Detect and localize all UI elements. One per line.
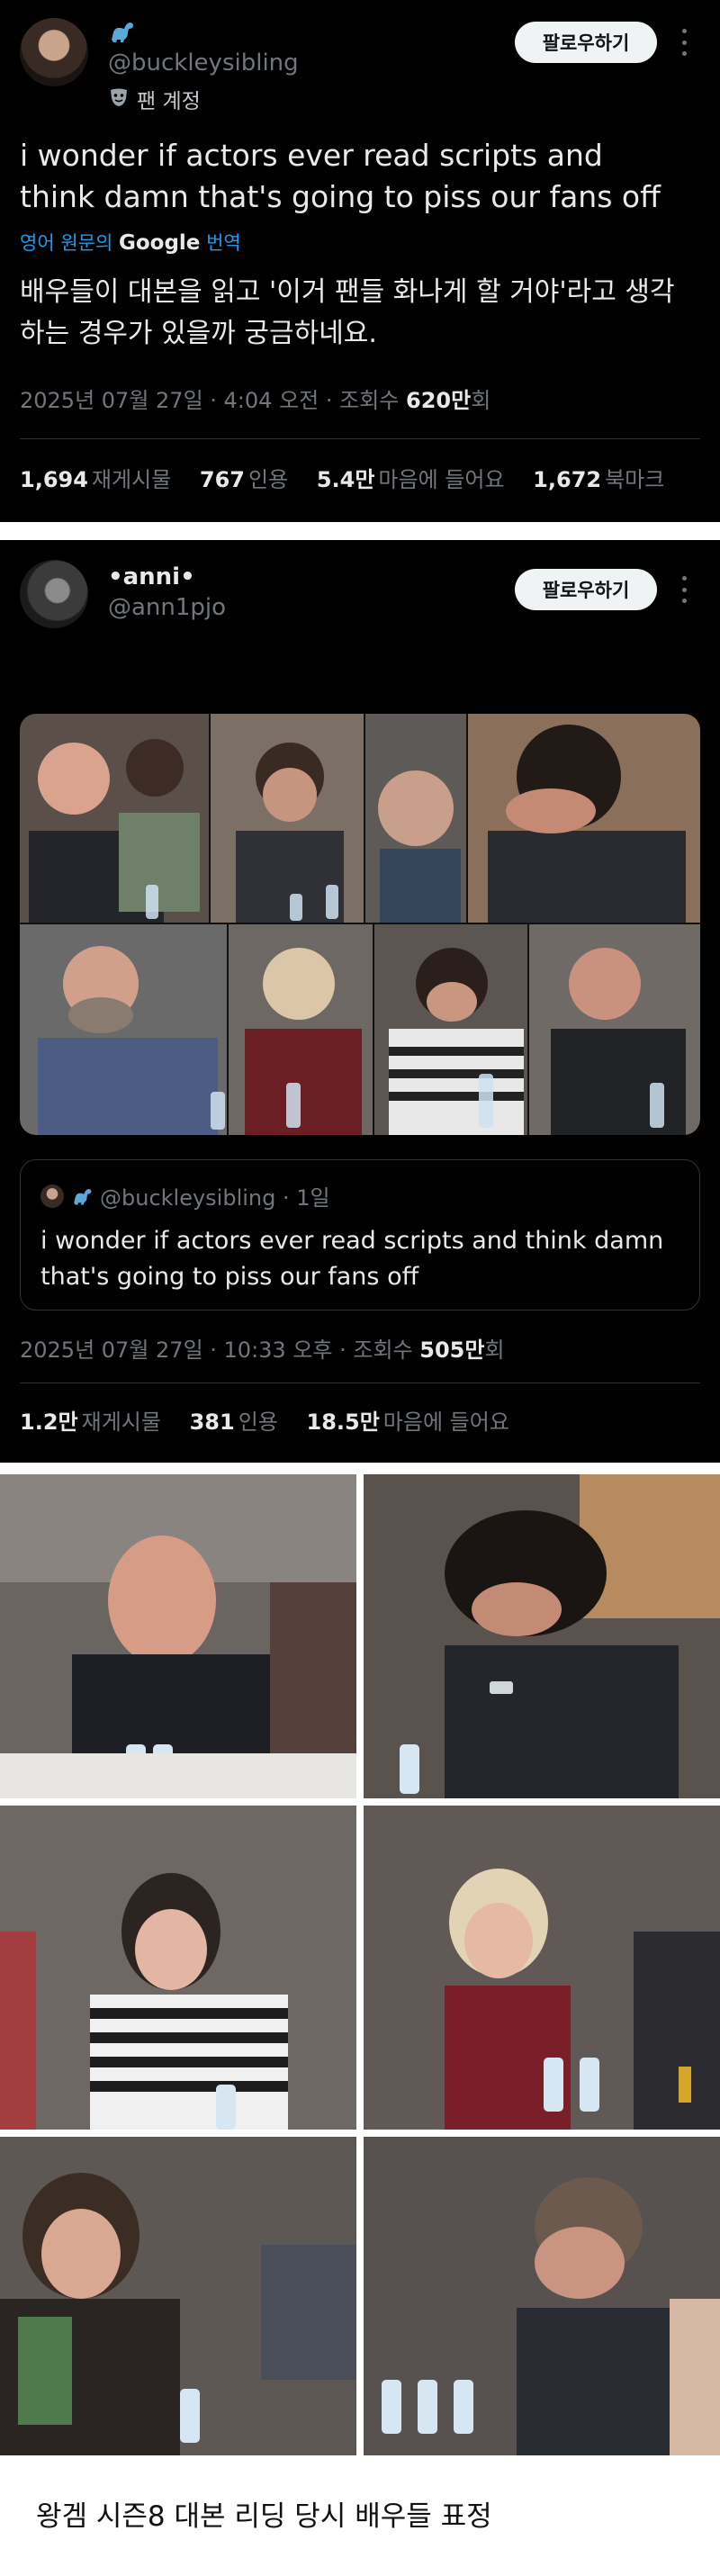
more-dots-icon[interactable]	[679, 576, 689, 603]
tweet-timestamp[interactable]: 2025년 07월 27일 · 10:33 오후 · 조회수 505만회	[20, 1332, 505, 1364]
photo-woman-glasses	[0, 2137, 356, 2455]
caption-text: 왕겜 시즌8 대본 리딩 당시 배우들 표정	[36, 2500, 492, 2533]
view-count: 620만	[406, 388, 472, 413]
stat-value: 1.2만	[20, 1410, 78, 1435]
user-handle[interactable]: @ann1pjo	[108, 594, 226, 621]
quote-handle[interactable]: @buckleysibling · 1일	[100, 1180, 330, 1211]
quote-header: @buckleysibling · 1일	[40, 1180, 330, 1211]
stat-quotes[interactable]: 767 인용	[200, 467, 288, 492]
user-handle[interactable]: @buckleysibling	[108, 50, 299, 77]
stat-value: 1,672	[533, 467, 602, 492]
stat-likes[interactable]: 5.4만 마음에 들어요	[317, 467, 505, 492]
quoted-tweet[interactable]: @buckleysibling · 1일 i wonder if actors …	[20, 1159, 700, 1311]
stat-label: 마음에 들어요	[382, 1410, 509, 1435]
photo-hand-over-mouth	[0, 1806, 356, 2130]
account-type-label: 팬 계정	[137, 90, 201, 113]
follow-button[interactable]: 팔로우하기	[515, 22, 657, 63]
tweet-text: i wonder if actors ever read scripts and…	[20, 138, 661, 214]
tweet-card-1: @buckleysibling 팬 계정 팔로우하기 i wonder if a…	[0, 0, 720, 522]
theater-mask-icon	[111, 88, 127, 106]
quote-avatar[interactable]	[40, 1184, 64, 1208]
translate-prefix: 영어 원문의	[20, 232, 113, 254]
timestamp-text: 2025년 07월 27일 · 4:04 오전 · 조회수	[20, 388, 400, 413]
view-suffix: 회	[471, 388, 491, 413]
stat-value: 1,694	[20, 467, 88, 492]
photo-man-covering-face	[364, 2137, 720, 2455]
dinosaur-emoji-icon	[74, 1188, 92, 1205]
media-collage[interactable]	[20, 714, 700, 1135]
stat-reposts[interactable]: 1,694 재게시물	[20, 467, 171, 492]
collage-image	[20, 714, 700, 1135]
stat-label: 재게시물	[91, 467, 172, 492]
follow-button[interactable]: 팔로우하기	[515, 569, 657, 610]
display-name[interactable]: •anni•	[108, 563, 195, 590]
photo-bald-man	[0, 1474, 356, 1798]
engagement-stats: 1.2만 재게시물 381 인용 18.5만 마음에 들어요	[20, 1404, 531, 1436]
stat-value: 18.5만	[306, 1410, 380, 1435]
divider	[20, 438, 700, 439]
photo-grid	[0, 1474, 720, 2455]
stat-bookmarks[interactable]: 1,672 북마크	[533, 467, 664, 492]
avatar[interactable]	[20, 18, 88, 86]
view-suffix: 회	[484, 1338, 505, 1363]
more-dots-icon[interactable]	[679, 29, 689, 56]
stat-label: 인용	[238, 1410, 278, 1435]
engagement-stats: 1,694 재게시물 767 인용 5.4만 마음에 들어요 1,672 북마크	[20, 462, 686, 493]
google-brand: Google	[118, 231, 201, 255]
stat-quotes[interactable]: 381 인용	[190, 1410, 278, 1435]
translated-text: 배우들이 대본을 읽고 '이거 팬들 화나게 할 거야'라고 생각하는 경우가 …	[20, 276, 675, 349]
photo-shocked-face	[364, 1806, 720, 2130]
quote-text: i wonder if actors ever read scripts and…	[40, 1227, 664, 1291]
dinosaur-emoji-icon	[112, 23, 133, 42]
stat-value: 767	[199, 467, 245, 492]
stat-label: 마음에 들어요	[378, 467, 505, 492]
stat-reposts[interactable]: 1.2만 재게시물	[20, 1410, 161, 1435]
timestamp-text: 2025년 07월 27일 · 10:33 오후 · 조회수	[20, 1338, 413, 1363]
translation-notice[interactable]: 영어 원문의 Google 번역	[20, 229, 241, 256]
view-count: 505만	[419, 1338, 485, 1363]
avatar[interactable]	[20, 560, 88, 628]
tweet-timestamp[interactable]: 2025년 07월 27일 · 4:04 오전 · 조회수 620만회	[20, 383, 490, 414]
stat-label: 인용	[248, 467, 289, 492]
stat-value: 5.4만	[316, 467, 375, 492]
translate-suffix: 번역	[206, 232, 241, 254]
stat-likes[interactable]: 18.5만 마음에 들어요	[307, 1410, 509, 1435]
stat-label: 북마크	[605, 467, 665, 492]
photo-head-in-hands	[364, 1474, 720, 1798]
stat-value: 381	[189, 1410, 235, 1435]
stat-label: 재게시물	[81, 1410, 161, 1435]
tweet-card-2: •anni• @ann1pjo 팔로우하기 @buckleysibling · …	[0, 540, 720, 1463]
